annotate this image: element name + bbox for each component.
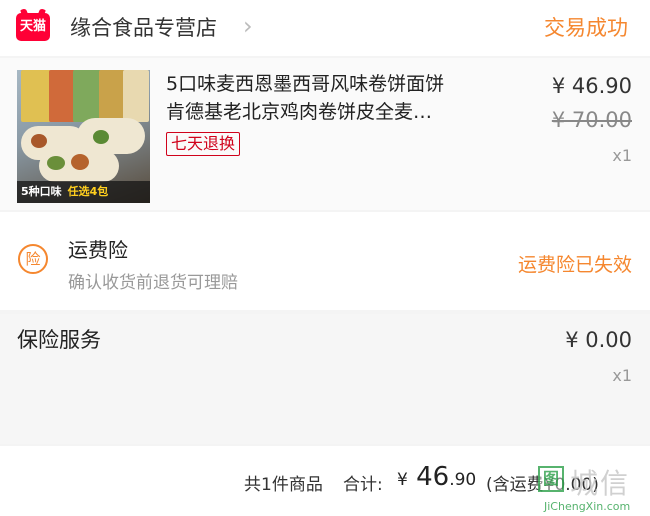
order-detail-page: 天猫 缘合食品专营店 › 交易成功 5种口味 任选4包 5口味麦西恩墨西哥风味卷饼… [0,0,650,516]
order-status: 交易成功 [544,16,628,40]
shop-header[interactable]: 天猫 缘合食品专营店 › 交易成功 [0,0,650,56]
insurance-service-price: ¥ 0.00 [565,328,632,352]
thumbnail-caption: 5种口味 任选4包 [17,181,150,203]
item-count: 共1件商品 [244,475,323,495]
freight-insurance-status: 运费险已失效 [517,254,632,276]
product-quantity: x1 [612,146,632,165]
freight-insurance-title: 运费险 [68,238,128,262]
original-price: ¥ 70.00 [551,108,632,132]
filling-image [71,154,89,170]
insurance-service-quantity: x1 [612,366,632,385]
package-image [49,70,75,122]
product-title-line2: 肯德基老北京鸡肉卷饼皮全麦… [166,101,433,123]
total-decimal: .90 [449,470,477,490]
package-image [21,70,51,122]
package-image [73,70,101,122]
product-price: ¥ 46.90 [551,74,632,98]
package-image [99,70,125,122]
product-title-line1: 5口味麦西恩墨西哥风味卷饼面饼 [166,73,445,95]
freight-insurance-description: 确认收货前退货可理赔 [68,273,238,293]
total-currency: ¥ [397,470,408,490]
freight-insurance-row[interactable]: 险 运费险 确认收货前退货可理赔 运费险已失效 [0,212,650,310]
wrap-image [77,118,145,154]
product-item[interactable]: 5种口味 任选4包 5口味麦西恩墨西哥风味卷饼面饼 肯德基老北京鸡肉卷饼皮全麦… … [0,58,650,210]
watermark-text: 城信 [570,467,631,500]
total-label: 合计: [343,475,383,495]
product-thumbnail[interactable]: 5种口味 任选4包 [17,70,150,203]
tmall-logo: 天猫 [16,13,50,41]
filling-image [47,156,65,170]
total-main: 46 [416,462,450,492]
shop-name[interactable]: 缘合食品专营店 [70,12,217,42]
insurance-icon: 险 [18,244,48,274]
product-title[interactable]: 5口味麦西恩墨西哥风味卷饼面饼 肯德基老北京鸡肉卷饼皮全麦… [166,70,516,126]
seven-day-return-tag: 七天退换 [166,132,241,156]
total-amount: ¥ 46.90 [397,462,476,492]
insurance-service-row[interactable]: 保险服务 ¥ 0.00 x1 [0,314,650,444]
filling-image [31,134,47,148]
watermark-logo-icon: 图 [538,466,564,492]
thumbnail-caption-highlight: 任选4包 [67,185,109,198]
filling-image [93,130,109,144]
watermark-url: JiChengXin.com [544,500,631,513]
chevron-right-icon[interactable]: › [243,12,253,40]
site-watermark: 图 城信 JiChengXin.com [538,462,650,516]
thumbnail-caption-main: 5种口味 [21,185,62,198]
insurance-service-title: 保险服务 [17,328,101,352]
package-image [123,70,149,122]
